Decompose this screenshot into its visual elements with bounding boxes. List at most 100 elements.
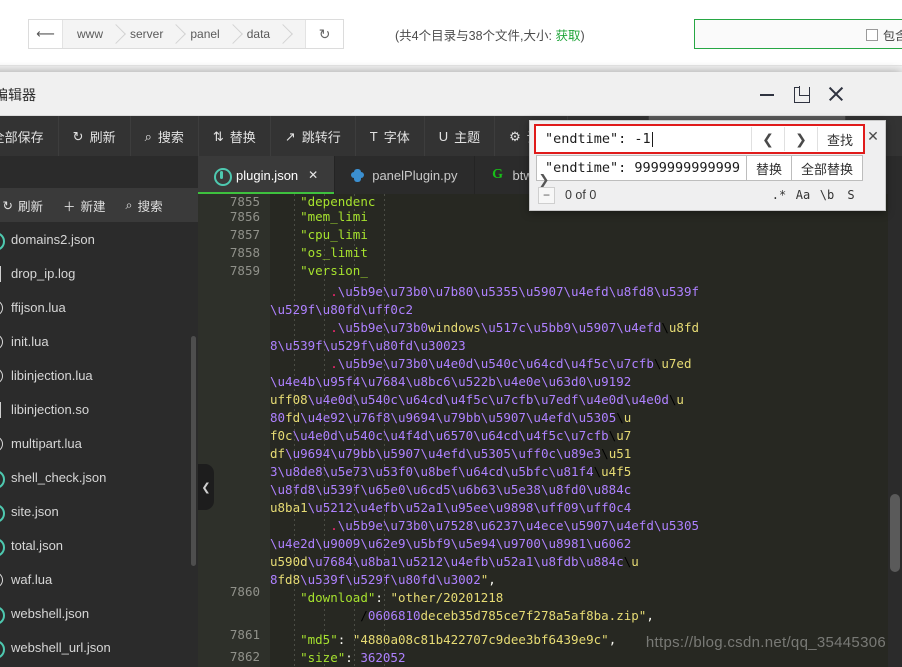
- breadcrumb-list: www server panel data: [63, 20, 306, 48]
- find-input-value: "endtime": -1: [545, 131, 651, 147]
- file-list-item[interactable]: domains2.json: [0, 222, 198, 256]
- code-line: 8fd8\u539f\u529f\u80fd\u3002",: [270, 572, 496, 587]
- lua-file-icon: [0, 368, 3, 384]
- json-file-icon: [0, 639, 5, 659]
- text-caret: [651, 131, 653, 147]
- file-list[interactable]: domains2.json drop_ip.log ffijson.lua init.…: [0, 222, 198, 667]
- selection-icon: S: [847, 188, 855, 202]
- file-list-item[interactable]: total.json: [0, 528, 198, 562]
- replace-icon: ⇅: [212, 128, 224, 144]
- editor-body: ww 级 ↻ 刷新 ＋ 新建 ⌕ 搜索: [0, 156, 902, 667]
- refresh-path-button[interactable]: ↻: [305, 20, 344, 48]
- sidebar-search-button[interactable]: ⌕ 搜索: [116, 188, 173, 222]
- replace-all-button-label: 全部替换: [800, 161, 853, 177]
- line-number: 7862: [229, 649, 260, 664]
- replace-all-button[interactable]: 全部替换: [791, 155, 863, 181]
- refresh-icon: ↻: [2, 198, 13, 213]
- find-widget-close-button[interactable]: ✕: [865, 128, 881, 144]
- file-list-item[interactable]: ffijson.lua: [0, 290, 198, 324]
- toolbar-refresh-button[interactable]: ↻ 刷新: [59, 116, 131, 156]
- code-line: /0606810deceb35d785ce7f278a5af8ba.zip",: [270, 608, 654, 623]
- find-button-label: 查找: [826, 132, 853, 148]
- directory-info-prefix: (共4个目录与38个文件,大小:: [395, 29, 556, 43]
- file-list-item[interactable]: drop_ip.log: [0, 256, 198, 290]
- code-line: \u8fd8\u539f\u65e0\u6cd5\u6b63\u5e38\u8f…: [270, 482, 632, 497]
- file-list-item-label: libinjection.so: [11, 401, 90, 417]
- sidebar-scrollbar[interactable]: [191, 336, 196, 566]
- get-size-link[interactable]: 获取: [555, 29, 580, 43]
- toolbar-label: 主题: [454, 129, 481, 145]
- line-number: 7860: [229, 584, 260, 599]
- goto-line-icon: ↗: [284, 128, 296, 144]
- tab-label: panelPlugin.py: [372, 167, 458, 183]
- code-line: "cpu_limi: [300, 227, 368, 242]
- toolbar-replace-button[interactable]: ⇅ 替换: [199, 116, 271, 156]
- file-list-item-label: shell_check.json: [11, 469, 107, 485]
- sidebar-refresh-button[interactable]: ↻ 刷新: [0, 188, 53, 222]
- find-button[interactable]: 查找: [816, 127, 862, 151]
- sidebar-new-button[interactable]: ＋ 新建: [53, 188, 116, 222]
- replace-button[interactable]: 替换: [746, 155, 792, 181]
- code-line: "dependenc: [300, 194, 376, 209]
- code-line: .\u5b9e\u73b0windows\u517c\u5bb9\u5907\u…: [330, 320, 700, 335]
- replace-input[interactable]: "endtime": 9999999999999: [536, 155, 747, 181]
- file-list-item[interactable]: waf.lua: [0, 562, 198, 596]
- checkbox-unchecked-icon[interactable]: [865, 29, 878, 41]
- toolbar-label: 跳转行: [301, 129, 341, 145]
- include-sub-option[interactable]: 包含子: [865, 20, 902, 50]
- file-list-item[interactable]: webshell_url.json: [0, 630, 198, 664]
- code-area[interactable]: 7855 7856 7857 7858 7859 7860 7861 7862 "depend…: [198, 194, 902, 667]
- editor-titlebar: 本编辑器: [0, 72, 902, 116]
- selection-toggle[interactable]: S: [839, 185, 863, 205]
- file-list-item[interactable]: shell_check.json: [0, 460, 198, 494]
- file-list-item[interactable]: init.lua: [0, 324, 198, 358]
- tab-close-icon[interactable]: ✕: [308, 168, 318, 182]
- code-scrollbar[interactable]: [888, 194, 902, 667]
- toolbar-font-button[interactable]: T 字体: [356, 116, 425, 156]
- find-previous-button[interactable]: ❮: [750, 127, 784, 151]
- replace-input-value-wrap: "endtime": 9999999999999: [537, 156, 746, 180]
- chevron-right-icon: ❯: [795, 130, 807, 147]
- code-content[interactable]: "dependenc "mem_limi "cpu_limi "os_limit…: [270, 194, 902, 667]
- code-line: \u4e4b\u95f4\u7684\u8bc6\u522b\u4e0e\u63…: [270, 374, 632, 389]
- maximize-icon[interactable]: [794, 87, 810, 103]
- back-button[interactable]: ⟵: [29, 20, 63, 48]
- file-list-item[interactable]: libinjection.so: [0, 392, 198, 426]
- find-input-buttons: ❮ ❯ 查找: [750, 127, 862, 151]
- code-line: "version_: [300, 263, 368, 278]
- code-scrollbar-thumb[interactable]: [890, 494, 900, 572]
- find-next-button[interactable]: ❯: [783, 127, 817, 151]
- json-file-icon: [0, 469, 5, 489]
- toolbar-goto-line-button[interactable]: ↗ 跳转行: [271, 116, 356, 156]
- file-list-item[interactable]: webshell.json: [0, 596, 198, 630]
- line-number: 7857: [229, 227, 260, 242]
- code-line: uff08\u4e0d\u540c\u64cd\u4f5c\u7cfb\u7ed…: [270, 392, 684, 407]
- whole-word-toggle[interactable]: \b: [815, 185, 839, 205]
- toolbar-search-button[interactable]: ⌕ 搜索: [131, 116, 199, 156]
- sidebar-collapse-handle[interactable]: ❮: [198, 464, 214, 510]
- code-line: 80fd\u4e92\u76f8\u9694\u79bb\u5907\u4efd…: [270, 410, 632, 425]
- breadcrumb-item-www[interactable]: www: [63, 20, 116, 48]
- file-list-item[interactable]: libinjection.lua: [0, 358, 198, 392]
- toolbar-save-all-button[interactable]: ❐ 全部保存: [0, 116, 59, 156]
- include-sub-label: 包含子: [882, 28, 902, 43]
- minus-icon[interactable]: −: [538, 186, 555, 204]
- find-input[interactable]: "endtime": -1 ❮ ❯ 查找: [534, 124, 865, 154]
- toolbar-theme-button[interactable]: U 主题: [425, 116, 496, 156]
- toolbar-label: 刷新: [89, 129, 116, 145]
- close-icon[interactable]: [828, 86, 844, 102]
- line-number: 7861: [229, 627, 260, 642]
- match-case-toggle[interactable]: Aa: [791, 185, 815, 205]
- search-input[interactable]: 包含子: [694, 19, 902, 49]
- directory-info-suffix: ): [580, 29, 585, 43]
- find-input-value-wrap: "endtime": -1: [537, 127, 751, 151]
- tab-label: plugin.json: [236, 167, 299, 183]
- minimize-icon[interactable]: [760, 87, 774, 101]
- regex-toggle[interactable]: .*: [767, 185, 791, 205]
- file-list-item[interactable]: multipart.lua: [0, 426, 198, 460]
- file-list-item[interactable]: site.json: [0, 494, 198, 528]
- replace-input-value: "endtime": 9999999999999: [545, 160, 741, 176]
- tab-plugin-json[interactable]: plugin.json ✕: [198, 156, 336, 194]
- tab-panelplugin-py[interactable]: panelPlugin.py: [335, 156, 475, 194]
- code-line: \u529f\u80fd\uff0c2: [270, 302, 413, 317]
